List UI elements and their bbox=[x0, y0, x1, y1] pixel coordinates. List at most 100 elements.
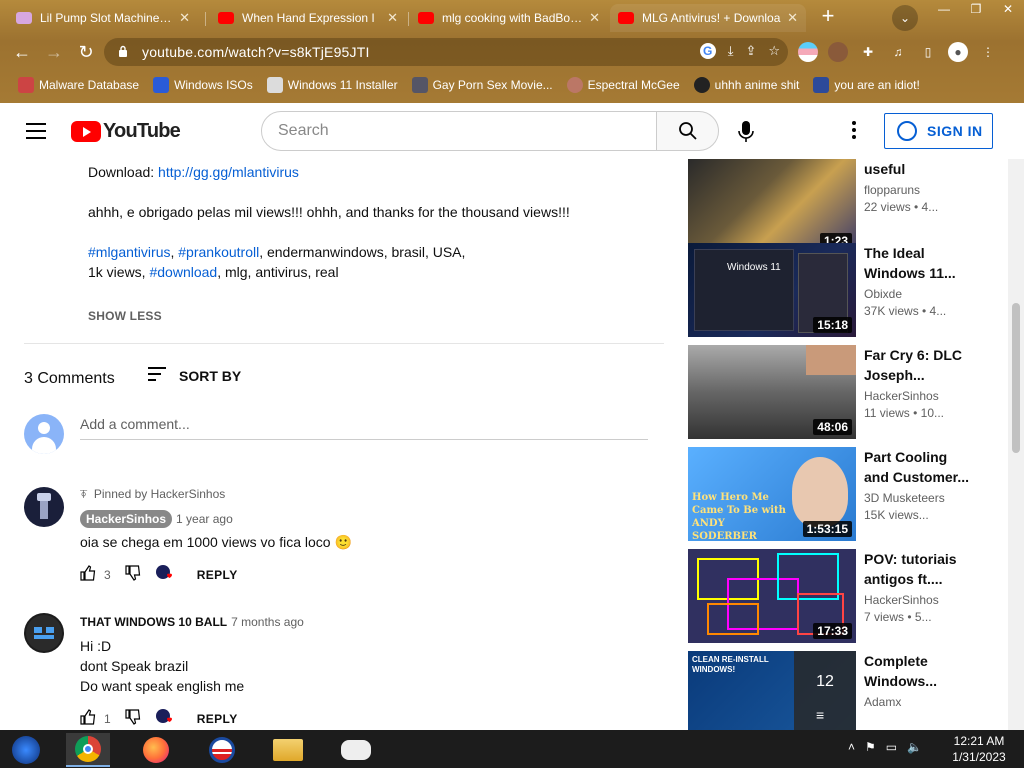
sign-in-button[interactable]: SIGN IN bbox=[884, 113, 993, 149]
close-icon[interactable]: ✕ bbox=[589, 10, 600, 26]
bookmark-windows-isos[interactable]: Windows ISOs bbox=[153, 77, 253, 93]
reply-button[interactable]: REPLY bbox=[197, 712, 238, 726]
bookmark-you-are-an-idiot[interactable]: you are an idiot! bbox=[813, 77, 920, 93]
taskbar-firefox[interactable] bbox=[134, 733, 178, 767]
youtube-logo[interactable]: YouTube bbox=[71, 120, 181, 143]
avatar[interactable] bbox=[24, 487, 64, 527]
hashtag-link[interactable]: #prankoutroll bbox=[178, 244, 259, 260]
hamburger-menu-icon[interactable] bbox=[26, 123, 46, 139]
comment-item: ⍕ Pinned by HackerSinhos HackerSinhos 1 y… bbox=[24, 487, 664, 587]
related-video-item[interactable]: CLEAN RE-INSTALL WINDOWS! 12 ≡ Complete … bbox=[688, 651, 1008, 730]
forward-button[interactable]: → bbox=[40, 38, 68, 66]
video-title[interactable]: The Ideal Windows 11... bbox=[864, 243, 974, 283]
chevron-up-icon[interactable]: ˄ bbox=[848, 740, 855, 754]
hashtag-link[interactable]: #mlgantivirus bbox=[88, 244, 170, 260]
like-icon[interactable] bbox=[80, 565, 96, 584]
taskbar-app-obama[interactable] bbox=[200, 733, 244, 767]
video-title[interactable]: POV: tutoriais antigos ft.... bbox=[864, 549, 974, 589]
side-panel-icon[interactable]: ▯ bbox=[918, 42, 938, 62]
download-prefix: Download: bbox=[88, 164, 159, 180]
new-tab-button[interactable]: + bbox=[816, 5, 840, 29]
tab-hand-expression[interactable]: When Hand Expression I ✕ bbox=[210, 4, 406, 32]
close-icon[interactable]: ✕ bbox=[179, 10, 190, 26]
avatar-extension-icon[interactable] bbox=[828, 42, 848, 62]
bookmark-4[interactable]: Gay Porn Sex Movie... bbox=[411, 77, 553, 93]
bookmark-windows-11-installer[interactable]: Windows 11 Installer bbox=[266, 77, 398, 93]
taskbar-file-explorer[interactable] bbox=[266, 733, 310, 767]
minimize-button[interactable]: — bbox=[928, 0, 960, 20]
video-thumbnail[interactable]: 17:33 bbox=[688, 549, 856, 643]
scrollbar[interactable] bbox=[1008, 159, 1024, 730]
video-title[interactable]: useful bbox=[864, 159, 974, 179]
video-thumbnail[interactable]: How Hero Me Came To Be with ANDY SODERBE… bbox=[688, 447, 856, 541]
taskbar-chrome[interactable] bbox=[66, 733, 110, 767]
comment-time[interactable]: 7 months ago bbox=[231, 615, 304, 629]
related-video-item[interactable]: 1:23 useful flopparuns 22 views • 4... bbox=[688, 159, 1008, 253]
bookmark-anime[interactable]: uhhh anime shit bbox=[693, 77, 799, 93]
related-video-item[interactable]: 17:33 POV: tutoriais antigos ft.... Hack… bbox=[688, 549, 1008, 643]
share-icon[interactable]: ⇪ bbox=[745, 43, 756, 59]
close-icon[interactable]: ✕ bbox=[787, 10, 798, 26]
add-comment-input[interactable]: Add a comment... bbox=[80, 416, 648, 440]
menu-icon[interactable]: ⋮ bbox=[978, 42, 998, 62]
reload-button[interactable]: ↻ bbox=[72, 38, 100, 66]
related-video-item[interactable]: Windows 11 15:18 The Ideal Windows 11...… bbox=[688, 243, 1008, 337]
network-icon[interactable]: ▭ bbox=[886, 740, 897, 754]
scrollbar-thumb[interactable] bbox=[1012, 303, 1020, 453]
google-icon[interactable]: G bbox=[699, 43, 716, 59]
bookmark-espectral-mcgee[interactable]: Espectral McGee bbox=[566, 77, 680, 93]
media-icon[interactable]: ♫ bbox=[888, 42, 908, 62]
tab-mlg-cooking[interactable]: mlg cooking with BadBoyH ✕ bbox=[410, 4, 608, 32]
dislike-icon[interactable] bbox=[125, 709, 141, 728]
profile-icon[interactable]: ● bbox=[948, 42, 968, 62]
star-icon[interactable]: ☆ bbox=[768, 43, 780, 59]
dislike-icon[interactable] bbox=[125, 565, 141, 584]
close-icon[interactable]: ✕ bbox=[387, 10, 398, 26]
related-video-item[interactable]: 48:06 Far Cry 6: DLC Joseph... HackerSin… bbox=[688, 345, 1008, 439]
author-chip[interactable]: HackerSinhos bbox=[80, 510, 173, 528]
close-window-button[interactable]: ✕ bbox=[992, 0, 1024, 20]
video-thumbnail[interactable]: CLEAN RE-INSTALL WINDOWS! 12 ≡ bbox=[688, 651, 856, 730]
video-channel[interactable]: Obixde bbox=[864, 287, 974, 301]
avatar[interactable] bbox=[24, 613, 64, 653]
show-less-button[interactable]: SHOW LESS bbox=[88, 309, 162, 323]
comment-time[interactable]: 1 year ago bbox=[176, 512, 233, 526]
taskbar-gamepad[interactable] bbox=[334, 733, 378, 767]
video-title[interactable]: Complete Windows... bbox=[864, 651, 974, 691]
sort-by-button[interactable]: SORT BY bbox=[148, 367, 241, 385]
puzzle-icon[interactable]: ✚ bbox=[858, 42, 878, 62]
like-icon[interactable] bbox=[80, 709, 96, 728]
start-button[interactable] bbox=[4, 733, 48, 767]
search-input[interactable]: Search bbox=[261, 111, 657, 151]
video-channel[interactable]: HackerSinhos bbox=[864, 593, 974, 607]
video-thumbnail[interactable]: 48:06 bbox=[688, 345, 856, 439]
comment-author[interactable]: THAT WINDOWS 10 BALL bbox=[80, 615, 227, 629]
reply-button[interactable]: REPLY bbox=[197, 568, 238, 582]
download-link[interactable]: http://gg.gg/mlantivirus bbox=[158, 164, 299, 180]
video-channel[interactable]: flopparuns bbox=[864, 183, 974, 197]
tab-mlg-antivirus[interactable]: MLG Antivirus! + Downloa ✕ bbox=[610, 4, 806, 32]
video-title[interactable]: Part Cooling and Customer... bbox=[864, 447, 974, 487]
back-button[interactable]: ← bbox=[8, 38, 36, 66]
clock[interactable]: 12:21 AM 1/31/2023 bbox=[944, 733, 1014, 765]
related-video-item[interactable]: How Hero Me Came To Be with ANDY SODERBE… bbox=[688, 447, 1008, 541]
hashtag-link[interactable]: #download bbox=[149, 264, 217, 280]
bookmark-malware-database[interactable]: Malware Database bbox=[18, 77, 139, 93]
video-channel[interactable]: Adamx bbox=[864, 695, 974, 709]
address-bar[interactable]: youtube.com/watch?v=s8kTjE95JTI G ⤓ ⇪ ☆ bbox=[104, 38, 788, 66]
microphone-icon[interactable] bbox=[738, 121, 754, 143]
restore-button[interactable]: ❐ bbox=[960, 0, 992, 20]
tab-search-button[interactable]: ⌄ bbox=[892, 5, 918, 31]
video-thumbnail[interactable]: 1:23 bbox=[688, 159, 856, 253]
install-icon[interactable]: ⤓ bbox=[728, 43, 734, 59]
video-channel[interactable]: 3D Musketeers bbox=[864, 491, 974, 505]
video-title[interactable]: Far Cry 6: DLC Joseph... bbox=[864, 345, 974, 385]
search-button[interactable] bbox=[656, 111, 719, 151]
tab-lil-pump[interactable]: Lil Pump Slot Machine - W ✕ bbox=[8, 4, 198, 32]
volume-icon[interactable]: 🔈 bbox=[907, 740, 922, 754]
more-options-icon[interactable] bbox=[852, 121, 858, 142]
video-channel[interactable]: HackerSinhos bbox=[864, 389, 974, 403]
flag-notification-icon[interactable]: ⚑ bbox=[865, 740, 876, 754]
flag-extension-icon[interactable] bbox=[798, 42, 818, 62]
video-thumbnail[interactable]: Windows 11 15:18 bbox=[688, 243, 856, 337]
